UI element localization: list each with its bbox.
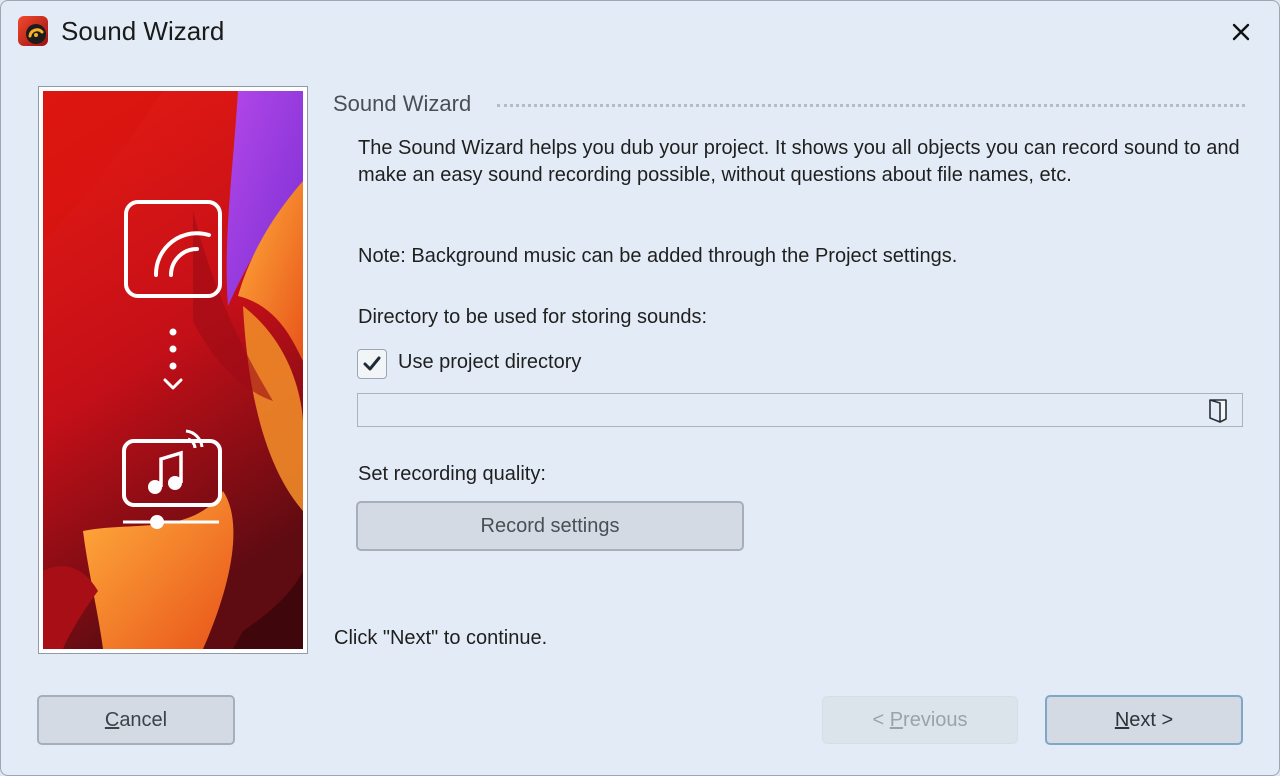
previous-mnemonic: P <box>889 708 904 731</box>
cancel-label-rest: ancel <box>119 708 168 731</box>
side-image-artwork <box>43 91 303 649</box>
next-label-rest: ext > <box>1129 708 1174 731</box>
cancel-mnemonic: C <box>104 708 120 731</box>
section-divider <box>497 104 1245 107</box>
cancel-button[interactable]: Cancel <box>37 695 235 745</box>
previous-label-rest: revious <box>903 708 968 731</box>
sound-wizard-app-icon <box>18 16 48 46</box>
next-mnemonic: N <box>1114 708 1130 731</box>
directory-path-field[interactable] <box>357 393 1243 427</box>
sound-wizard-dialog: Sound Wizard Sound Wizard The Sound Wiza… <box>0 0 1280 776</box>
directory-label: Directory to be used for storing sounds: <box>358 306 708 328</box>
record-settings-button[interactable]: Record settings <box>356 501 744 551</box>
recording-quality-label: Set recording quality: <box>358 463 546 485</box>
use-project-directory-checkbox[interactable] <box>357 349 387 379</box>
next-button[interactable]: Next > <box>1045 695 1243 745</box>
checkmark-icon <box>363 356 381 371</box>
folder-open-icon[interactable] <box>1206 397 1232 423</box>
continue-hint: Click "Next" to continue. <box>334 627 548 649</box>
window-title: Sound Wizard <box>61 16 225 46</box>
close-button[interactable] <box>1219 13 1263 51</box>
intro-text: The Sound Wizard helps you dub your proj… <box>358 137 1240 186</box>
use-project-directory-label[interactable]: Use project directory <box>398 351 581 374</box>
close-icon <box>1232 23 1250 41</box>
wizard-side-image <box>38 86 308 654</box>
note-text: Note: Background music can be added thro… <box>358 245 958 267</box>
section-heading: Sound Wizard <box>333 91 472 116</box>
previous-prefix: < <box>872 708 890 731</box>
title-bar: Sound Wizard <box>1 1 1279 63</box>
previous-button[interactable]: < Previous <box>822 696 1018 744</box>
